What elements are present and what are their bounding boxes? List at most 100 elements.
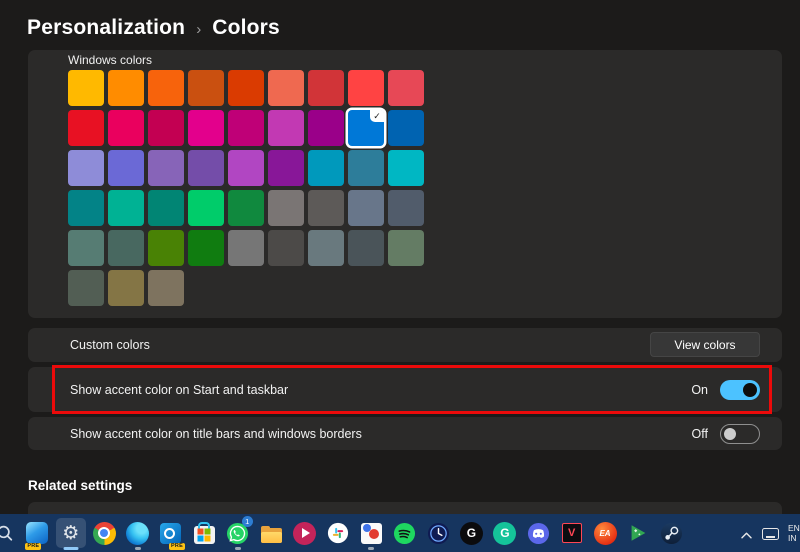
color-swatch[interactable] [108, 150, 144, 186]
color-swatch[interactable] [268, 70, 304, 106]
breadcrumb-separator-icon: › [196, 19, 201, 38]
color-swatch[interactable] [108, 270, 144, 306]
logitech-g-button[interactable]: G [459, 514, 483, 552]
file-explorer-button[interactable] [259, 514, 283, 552]
chrome-button[interactable] [92, 514, 116, 552]
slack-icon [327, 522, 349, 544]
color-swatch[interactable] [148, 110, 184, 146]
toggle-state-on: On [691, 383, 708, 397]
breadcrumb-personalization[interactable]: Personalization [27, 16, 185, 40]
toggle-knob [743, 383, 757, 397]
color-swatch[interactable] [308, 230, 344, 266]
slack-button[interactable] [326, 514, 350, 552]
color-swatch[interactable] [268, 150, 304, 186]
color-swatch[interactable] [68, 110, 104, 146]
color-swatch[interactable] [108, 110, 144, 146]
color-swatch[interactable] [268, 190, 304, 226]
color-swatch[interactable] [188, 150, 224, 186]
red-circle-app-button[interactable] [293, 514, 317, 552]
taskbar: PRE ⚙ PRE [0, 514, 800, 552]
touch-keyboard-icon[interactable] [762, 528, 779, 540]
color-swatch[interactable] [108, 190, 144, 226]
color-swatch[interactable] [148, 70, 184, 106]
accent-titlebars-label: Show accent color on title bars and wind… [70, 427, 362, 441]
clock-app-button[interactable] [426, 514, 450, 552]
accent-start-taskbar-toggle[interactable] [720, 380, 760, 400]
color-swatch[interactable] [108, 230, 144, 266]
play-games-button[interactable] [626, 514, 650, 552]
steam-button[interactable] [660, 514, 684, 552]
taskbar-icons: PRE ⚙ PRE [0, 514, 684, 552]
color-swatch[interactable] [388, 70, 424, 106]
search-button[interactable] [0, 514, 16, 552]
preview-app-button[interactable]: PRE [25, 514, 49, 552]
color-swatch[interactable] [308, 190, 344, 226]
outlook-button[interactable]: PRE [159, 514, 183, 552]
color-swatch[interactable] [68, 150, 104, 186]
color-swatch[interactable] [228, 150, 264, 186]
settings-app-button[interactable]: ⚙ [59, 514, 83, 552]
color-swatch[interactable] [148, 190, 184, 226]
edge-button[interactable] [126, 514, 150, 552]
microsoft-store-button[interactable] [192, 514, 216, 552]
grammarly-button[interactable]: G [493, 514, 517, 552]
color-swatch[interactable] [108, 70, 144, 106]
tray-show-hidden-icons-button[interactable] [740, 527, 753, 545]
color-swatch[interactable] [68, 270, 104, 306]
color-swatch[interactable] [188, 70, 224, 106]
whatsapp-button[interactable]: 1 [226, 514, 250, 552]
selected-check-icon: ✓ [370, 110, 384, 122]
toggle-state-off: Off [692, 427, 708, 441]
color-swatch[interactable] [388, 150, 424, 186]
color-swatch[interactable] [68, 230, 104, 266]
color-swatch[interactable] [188, 110, 224, 146]
accent-titlebars-card: Show accent color on title bars and wind… [28, 417, 782, 450]
valorant-icon: V [562, 523, 582, 543]
color-swatch[interactable] [228, 110, 264, 146]
view-colors-button[interactable]: View colors [650, 332, 760, 357]
color-swatch[interactable] [348, 230, 384, 266]
color-swatch[interactable] [388, 110, 424, 146]
color-swatch[interactable] [348, 150, 384, 186]
language-indicator[interactable]: ENG IN [788, 523, 800, 543]
color-swatch[interactable] [68, 190, 104, 226]
valorant-button[interactable]: V [560, 514, 584, 552]
color-swatch[interactable] [148, 150, 184, 186]
discord-button[interactable] [526, 514, 550, 552]
color-swatch-selected[interactable]: ✓ [348, 110, 384, 146]
color-swatch[interactable] [188, 230, 224, 266]
notification-badge: 1 [242, 516, 253, 527]
color-swatch[interactable] [148, 270, 184, 306]
color-swatch[interactable] [308, 110, 344, 146]
color-swatch[interactable] [68, 70, 104, 106]
color-swatch[interactable] [348, 190, 384, 226]
spotify-button[interactable] [393, 514, 417, 552]
outlook-icon [160, 523, 181, 544]
accent-start-taskbar-label: Show accent color on Start and taskbar [70, 383, 288, 397]
color-swatch[interactable] [148, 230, 184, 266]
color-swatch[interactable] [228, 190, 264, 226]
color-swatch[interactable] [308, 150, 344, 186]
spotify-icon [393, 522, 416, 545]
color-swatch[interactable] [348, 70, 384, 106]
grammarly-icon: G [493, 522, 516, 545]
windows-colors-card: Windows colors ✓ [28, 50, 782, 318]
accent-start-taskbar-card: Show accent color on Start and taskbar O… [28, 367, 782, 412]
color-swatch[interactable] [228, 70, 264, 106]
accent-titlebars-toggle[interactable] [720, 424, 760, 444]
color-swatch[interactable] [228, 230, 264, 266]
color-swatch[interactable] [388, 190, 424, 226]
color-swatch[interactable] [308, 70, 344, 106]
color-swatch[interactable] [188, 190, 224, 226]
ea-button[interactable]: EA [593, 514, 617, 552]
color-swatch[interactable] [268, 110, 304, 146]
color-swatch[interactable] [388, 230, 424, 266]
related-settings-heading: Related settings [28, 478, 132, 493]
outlook-o [164, 528, 175, 539]
color-swatch[interactable] [268, 230, 304, 266]
related-settings-card-partial [28, 502, 782, 514]
pre-badge: PRE [25, 543, 41, 551]
ms-logo [198, 529, 211, 542]
custom-colors-card: Custom colors View colors [28, 328, 782, 362]
paint-button[interactable] [359, 514, 383, 552]
